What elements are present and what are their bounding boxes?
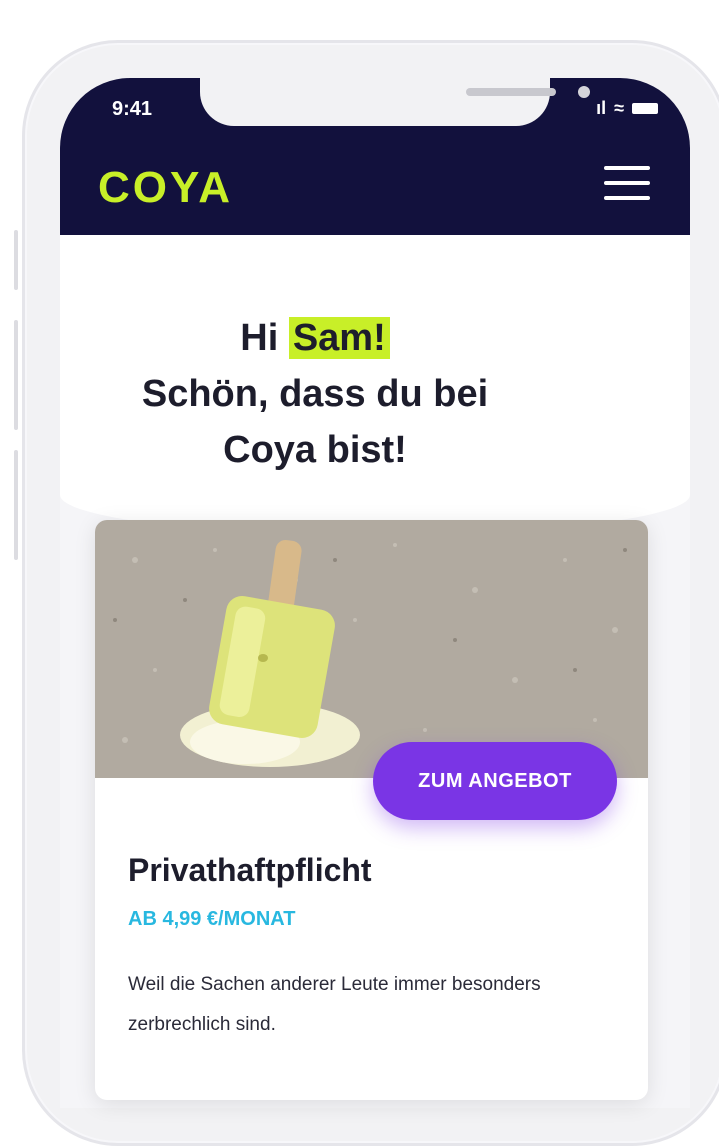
- user-name-highlight: Sam!: [288, 317, 390, 359]
- wifi-icon: ≈: [614, 98, 624, 118]
- greeting-prefix: Hi: [240, 317, 289, 359]
- phone-notch: [200, 78, 590, 126]
- hamburger-menu-icon[interactable]: [604, 166, 650, 202]
- greeting-line-1: Hi Sam!: [0, 310, 630, 366]
- zum-angebot-button[interactable]: ZUM ANGEBOT: [373, 742, 617, 820]
- offer-title: Privathaftpflicht: [128, 852, 372, 888]
- melted-ice-cream-image: [95, 520, 648, 778]
- phone-side-button: [14, 230, 18, 290]
- battery-icon: [632, 103, 658, 114]
- coya-logo[interactable]: COYA: [98, 163, 233, 213]
- status-time: 9:41: [112, 98, 153, 120]
- signal-icon: ıl: [596, 98, 607, 118]
- speaker-grille: [466, 88, 556, 96]
- greeting-heading: Hi Sam! Schön, dass du bei Coya bist!: [0, 310, 630, 478]
- app-header: 9:41 ıl ≈ COYA: [60, 78, 690, 235]
- status-icons: ıl ≈: [596, 98, 658, 119]
- greeting-line-3: Coya bist!: [223, 429, 407, 471]
- greeting-line-2: Schön, dass du bei: [141, 373, 489, 415]
- offer-price: AB 4,99 €/MONAT: [128, 908, 296, 930]
- offer-description: Weil die Sachen anderer Leute immer beso…: [128, 974, 541, 1035]
- front-camera: [578, 86, 590, 98]
